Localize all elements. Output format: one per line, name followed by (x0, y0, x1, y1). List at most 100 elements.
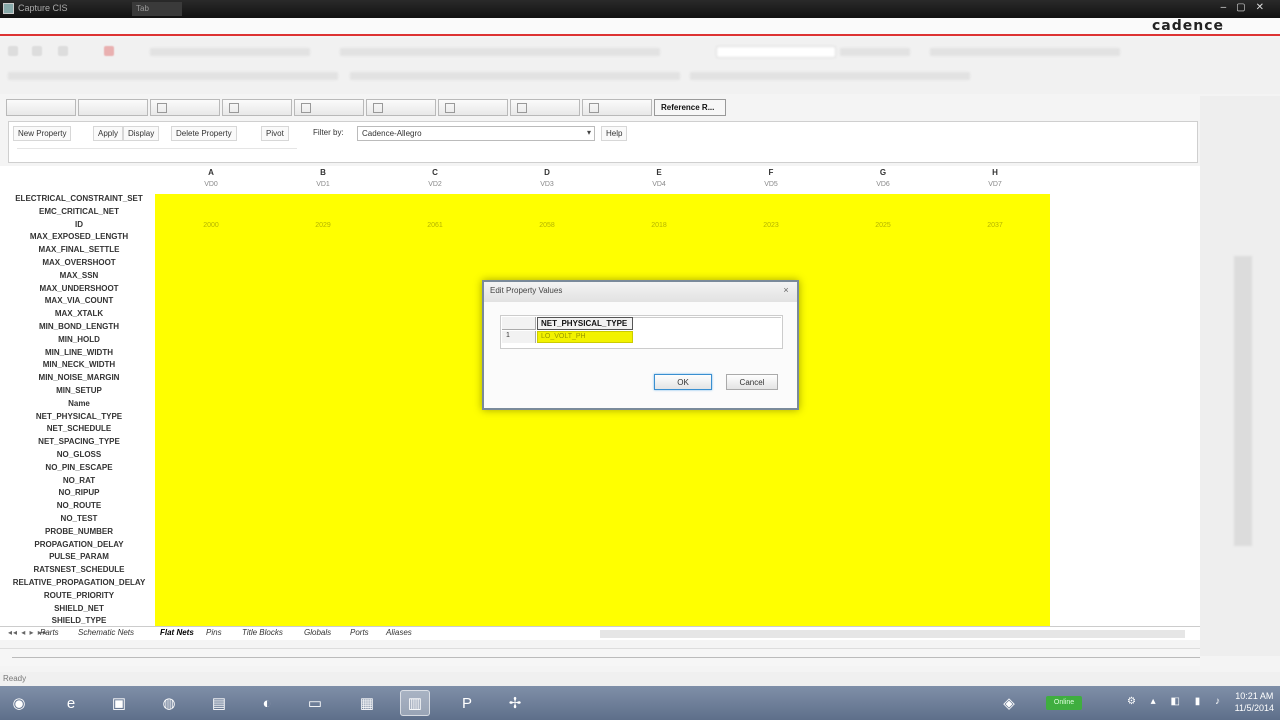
window-tab[interactable] (366, 99, 436, 116)
grid-value-cell[interactable]: LO_VOLT_PH (537, 331, 633, 343)
column-letter-header[interactable]: E (603, 168, 715, 177)
window-tab[interactable] (6, 99, 76, 116)
sheet-tab[interactable]: Flat Nets (160, 628, 194, 637)
row-label[interactable]: ROUTE_PRIORITY (0, 591, 158, 604)
row-label[interactable]: PROBE_NUMBER (0, 527, 158, 540)
window-tab[interactable] (510, 99, 580, 116)
row-label[interactable]: NET_PHYSICAL_TYPE (0, 412, 158, 425)
network-icon[interactable]: ✢ (500, 690, 530, 716)
window-second-tab[interactable]: Tab (132, 2, 182, 16)
column-letter-header[interactable]: C (379, 168, 491, 177)
sheet-tab[interactable]: Aliases (386, 628, 412, 637)
row-label[interactable]: MIN_LINE_WIDTH (0, 348, 158, 361)
row-label[interactable]: NO_ROUTE (0, 501, 158, 514)
window-tab[interactable] (78, 99, 148, 116)
row-label[interactable]: NET_SCHEDULE (0, 424, 158, 437)
close-icon[interactable]: × (779, 285, 793, 297)
toolbar-icon[interactable] (58, 46, 68, 56)
row-label[interactable]: SHIELD_NET (0, 604, 158, 617)
row-label[interactable]: NO_TEST (0, 514, 158, 527)
column-letter-header[interactable]: H (939, 168, 1051, 177)
column-letter-header[interactable]: A (155, 168, 267, 177)
ruler-slider[interactable] (0, 648, 1200, 666)
media-icon[interactable]: ▣ (104, 690, 134, 716)
tray-app-icon[interactable]: ◈ (994, 690, 1024, 716)
net-name-header[interactable]: VD5 (715, 181, 827, 188)
firefox-icon[interactable]: ◐ (252, 690, 282, 716)
sheet-tab[interactable]: Pins (206, 628, 222, 637)
row-label[interactable]: MIN_HOLD (0, 335, 158, 348)
row-label[interactable]: MAX_FINAL_SETTLE (0, 245, 158, 258)
toolbar-icon[interactable] (8, 46, 18, 56)
column-letter-header[interactable]: F (715, 168, 827, 177)
id-cell[interactable]: 2000 (155, 222, 267, 229)
row-label[interactable]: NO_PIN_ESCAPE (0, 463, 158, 476)
row-label[interactable]: ID (0, 220, 158, 233)
vertical-scrollbar[interactable] (1234, 256, 1252, 546)
chrome-icon[interactable]: ◍ (154, 690, 184, 716)
row-label[interactable]: RELATIVE_PROPAGATION_DELAY (0, 578, 158, 591)
toolbar-icon[interactable] (104, 46, 114, 56)
column-letter-header[interactable]: B (267, 168, 379, 177)
explorer-icon[interactable]: ▭ (300, 690, 330, 716)
id-cell[interactable]: 2037 (939, 222, 1051, 229)
window-tab[interactable] (294, 99, 364, 116)
online-indicator[interactable]: Online (1046, 696, 1082, 710)
toolbar-icon[interactable] (32, 46, 42, 56)
window-tab[interactable] (222, 99, 292, 116)
monitor-icon[interactable]: ▦ (352, 690, 382, 716)
row-label[interactable]: MIN_BOND_LENGTH (0, 322, 158, 335)
horizontal-scrollbar[interactable] (600, 630, 1185, 638)
row-label[interactable]: ELECTRICAL_CONSTRAINT_SET (0, 194, 158, 207)
window-tab[interactable] (150, 99, 220, 116)
row-label[interactable]: NO_RAT (0, 476, 158, 489)
window-tab[interactable] (582, 99, 652, 116)
row-label[interactable]: NO_GLOSS (0, 450, 158, 463)
sheet-tab[interactable]: Title Blocks (242, 628, 283, 637)
clock[interactable]: 10:21 AM 11/5/2014 (1235, 690, 1274, 714)
id-cell[interactable]: 2029 (267, 222, 379, 229)
row-label[interactable]: PULSE_PARAM (0, 552, 158, 565)
window-tab[interactable] (438, 99, 508, 116)
ok-button[interactable]: OK (654, 374, 712, 390)
column-letter-header[interactable]: D (491, 168, 603, 177)
sheet-tab[interactable]: Ports (350, 628, 369, 637)
capture-icon[interactable]: ▥ (400, 690, 430, 716)
row-label[interactable]: RATSNEST_SCHEDULE (0, 565, 158, 578)
net-name-header[interactable]: VD7 (939, 181, 1051, 188)
selected-cells-highlight[interactable] (155, 194, 1050, 626)
pivot-button[interactable]: Pivot (261, 126, 289, 141)
tab-reference-report[interactable]: Reference R... (654, 99, 726, 116)
system-tray-icons[interactable]: ⚙ ▴ ◧ ▮ ♪ (1127, 696, 1226, 707)
powerpoint-icon[interactable]: P (452, 690, 482, 716)
row-label[interactable]: Name (0, 399, 158, 412)
row-label[interactable]: NO_RIPUP (0, 488, 158, 501)
sheet-tab[interactable]: Globals (304, 628, 331, 637)
help-button[interactable]: Help (601, 126, 628, 141)
delete-property-button[interactable]: Delete Property (171, 126, 237, 141)
net-name-header[interactable]: VD0 (155, 181, 267, 188)
row-label[interactable]: EMC_CRITICAL_NET (0, 207, 158, 220)
net-name-header[interactable]: VD6 (827, 181, 939, 188)
filter-select[interactable]: Cadence-Allegro ▾ (357, 126, 595, 141)
sheet-tab[interactable]: Schematic Nets (78, 628, 134, 637)
row-label[interactable]: MAX_EXPOSED_LENGTH (0, 232, 158, 245)
start-orb-icon[interactable]: ◉ (4, 690, 34, 716)
notepad-icon[interactable]: ▤ (204, 690, 234, 716)
id-cell[interactable]: 2023 (715, 222, 827, 229)
row-label[interactable]: MAX_OVERSHOOT (0, 258, 158, 271)
row-label[interactable]: PROPAGATION_DELAY (0, 540, 158, 553)
window-controls[interactable]: –▢✕ (1221, 2, 1274, 13)
net-name-header[interactable]: VD1 (267, 181, 379, 188)
row-label[interactable]: MAX_SSN (0, 271, 158, 284)
column-letter-header[interactable]: G (827, 168, 939, 177)
id-cell[interactable]: 2058 (491, 222, 603, 229)
row-label[interactable]: MAX_UNDERSHOOT (0, 284, 158, 297)
display-button[interactable]: Display (123, 126, 160, 141)
net-name-header[interactable]: VD4 (603, 181, 715, 188)
net-name-header[interactable]: VD3 (491, 181, 603, 188)
apply-button[interactable]: Apply (93, 126, 124, 141)
row-label[interactable]: MIN_SETUP (0, 386, 158, 399)
sheet-tab[interactable]: Parts (40, 628, 59, 637)
id-cell[interactable]: 2018 (603, 222, 715, 229)
